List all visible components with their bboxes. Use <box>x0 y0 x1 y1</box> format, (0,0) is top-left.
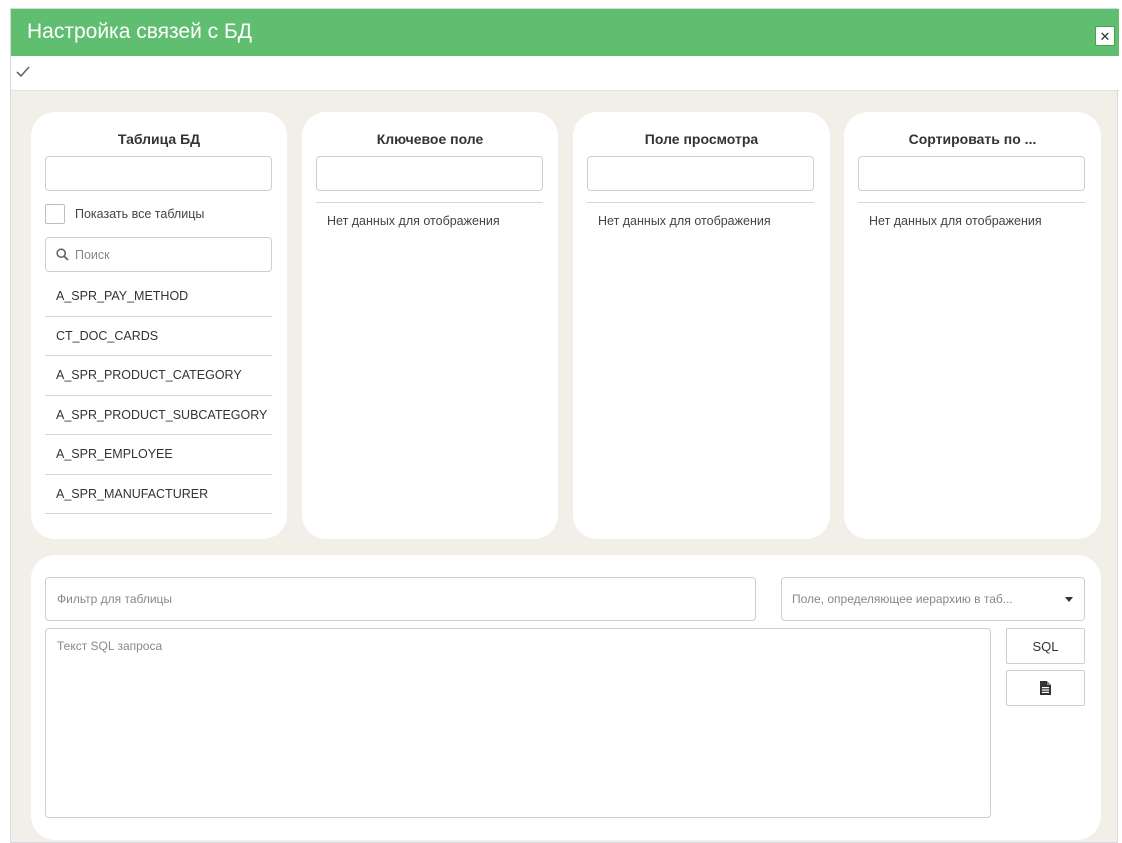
document-button[interactable] <box>1006 670 1085 706</box>
db-links-dialog: Настройка связей с БД ✕ Таблица БД Показ… <box>10 8 1119 843</box>
check-icon <box>16 66 30 78</box>
show-all-tables-checkbox[interactable] <box>45 204 65 224</box>
key-field-input[interactable] <box>316 156 543 191</box>
divider <box>858 202 1085 203</box>
title-bar: Настройка связей с БД ✕ <box>11 9 1119 56</box>
close-button[interactable]: ✕ <box>1095 26 1115 46</box>
view-field-header: Поле просмотра <box>644 131 759 147</box>
divider <box>316 202 543 203</box>
document-icon <box>1040 681 1051 695</box>
confirm-button[interactable] <box>12 61 34 83</box>
key-field-card: Ключевое поле Нет данных для отображения <box>302 112 558 539</box>
key-field-header: Ключевое поле <box>376 131 484 147</box>
table-column-header: Таблица БД <box>117 131 201 147</box>
sql-button-label: SQL <box>1032 638 1059 654</box>
view-field-input[interactable] <box>587 156 814 191</box>
sql-query-textarea[interactable]: Текст SQL запроса <box>45 628 991 818</box>
table-search-input[interactable]: Поиск <box>45 237 272 272</box>
table-filter-input[interactable]: Фильтр для таблицы <box>45 577 756 621</box>
show-all-tables-row: Показать все таблицы <box>45 204 204 224</box>
close-icon: ✕ <box>1099 28 1111 44</box>
search-icon <box>56 248 69 261</box>
key-field-empty-text: Нет данных для отображения <box>327 214 500 228</box>
list-item[interactable]: A_SPR_PRODUCT_SUBCATEGORY <box>45 396 272 435</box>
query-settings-card: Фильтр для таблицы Поле, определяющее ие… <box>31 555 1101 840</box>
show-all-tables-label: Показать все таблицы <box>75 207 205 221</box>
list-item[interactable]: A_SPR_MANUFACTURER <box>45 475 272 514</box>
dialog-title: Настройка связей с БД <box>27 20 252 43</box>
sort-field-empty-text: Нет данных для отображения <box>869 214 1042 228</box>
list-item[interactable]: A_SPR_EMPLOYEE <box>45 435 272 475</box>
view-field-card: Поле просмотра Нет данных для отображени… <box>573 112 830 539</box>
sql-button[interactable]: SQL <box>1006 628 1085 664</box>
sort-field-card: Сортировать по ... Нет данных для отобра… <box>844 112 1101 539</box>
sort-field-input[interactable] <box>858 156 1085 191</box>
toolbar <box>11 56 1119 91</box>
view-field-empty-text: Нет данных для отображения <box>598 214 771 228</box>
list-item[interactable]: A_SPR_PRODUCT_CATEGORY <box>45 356 272 396</box>
caret-down-icon <box>1065 597 1073 602</box>
table-value-field[interactable] <box>45 156 272 191</box>
table-column-card: Таблица БД Показать все таблицы Поиск A_… <box>31 112 287 539</box>
list-item[interactable]: A_SPR_PAY_METHOD <box>45 277 272 317</box>
hierarchy-field-select[interactable]: Поле, определяющее иерархию в таб... <box>781 577 1085 621</box>
search-placeholder: Поиск <box>75 247 110 262</box>
divider <box>587 202 814 203</box>
hierarchy-select-placeholder: Поле, определяющее иерархию в таб... <box>792 592 1013 606</box>
list-item[interactable]: CT_DOC_CARDS <box>45 317 272 356</box>
table-list: A_SPR_PAY_METHOD CT_DOC_CARDS A_SPR_PROD… <box>45 277 272 514</box>
sort-field-header: Сортировать по ... <box>908 131 1037 147</box>
